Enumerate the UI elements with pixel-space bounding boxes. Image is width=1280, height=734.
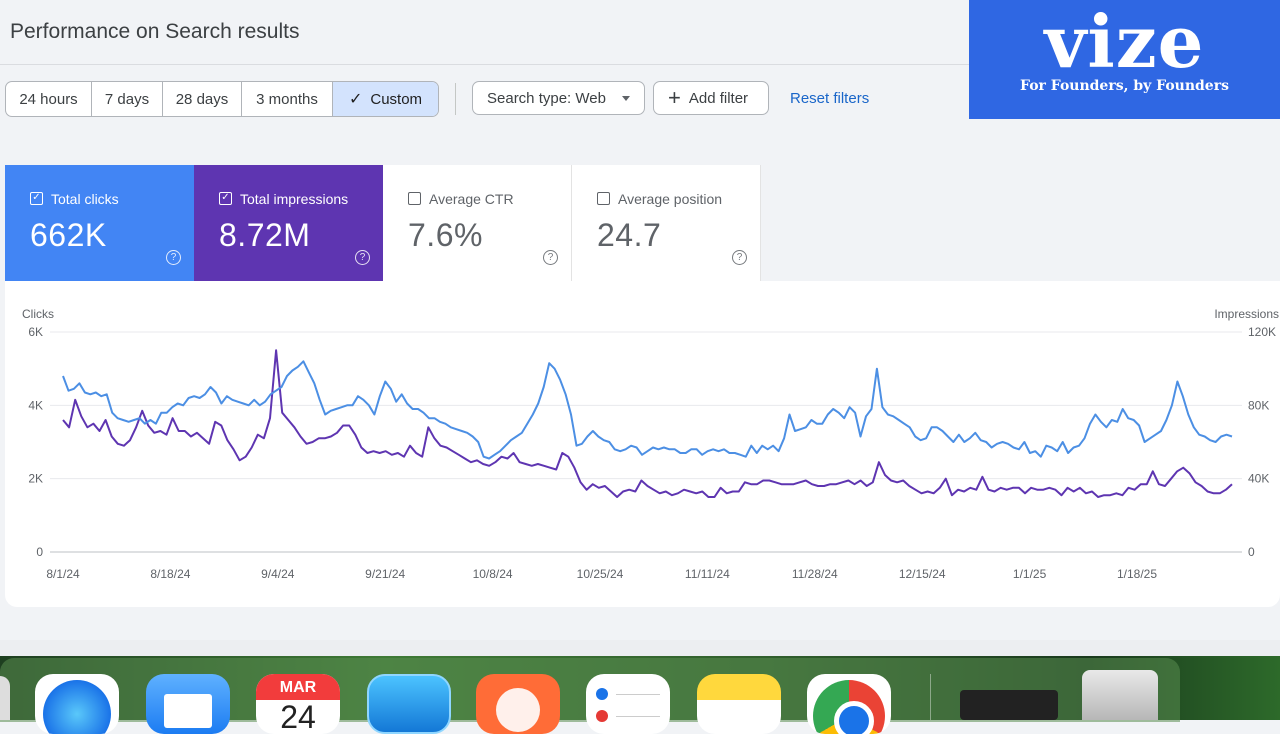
metric-total-clicks[interactable]: ✓ Total clicks 662K ?	[5, 165, 194, 281]
range-24-hours-button[interactable]: 24 hours	[6, 82, 92, 116]
xcode-icon[interactable]	[367, 674, 451, 734]
series-line-clicks	[62, 349, 1233, 498]
header-divider	[0, 64, 970, 65]
vize-logo: vize For Founders, by Founders	[969, 0, 1280, 119]
postman-icon[interactable]	[476, 674, 560, 734]
caret-down-icon	[621, 95, 630, 101]
envelope-icon	[164, 694, 212, 728]
mail-icon[interactable]	[146, 674, 230, 734]
metric-label: Average CTR	[429, 191, 514, 207]
checkbox-unchecked-icon	[408, 192, 421, 205]
search-type-dropdown[interactable]: Search type: Web	[472, 81, 645, 115]
dock-divider	[930, 674, 931, 720]
x-tick-label: 12/15/24	[899, 567, 946, 581]
reminder-dot-icon	[596, 710, 608, 722]
toolbar-divider	[455, 83, 456, 115]
range-3-months-button[interactable]: 3 months	[242, 82, 333, 116]
reminder-line	[616, 716, 660, 717]
add-filter-label: Add filter	[688, 89, 749, 107]
notes-icon[interactable]	[697, 674, 781, 734]
safari-compass-icon	[43, 680, 111, 734]
x-tick-label: 10/8/24	[473, 567, 513, 581]
y-right-tick-label: 80K	[1248, 398, 1269, 412]
range-label: 24 hours	[19, 90, 78, 108]
finder-icon[interactable]	[0, 676, 10, 720]
y-left-tick-label: 0	[36, 545, 43, 559]
range-28-days-button[interactable]: 28 days	[163, 82, 242, 116]
terminal-window-thumbnail[interactable]	[960, 690, 1058, 720]
series-lines	[62, 349, 1233, 498]
range-label: Custom	[370, 90, 423, 108]
y-right-tick-label: 120K	[1248, 325, 1276, 339]
y-right-tick-label: 40K	[1248, 472, 1269, 486]
reminder-dot-icon	[596, 688, 608, 700]
x-tick-label: 8/18/24	[150, 567, 190, 581]
page-title: Performance on Search results	[10, 20, 300, 43]
x-tick-label: 1/1/25	[1013, 567, 1047, 581]
x-tick-label: 8/1/24	[46, 567, 80, 581]
search-type-label: Search type: Web	[487, 89, 606, 107]
help-icon[interactable]: ?	[166, 250, 181, 265]
chrome-icon[interactable]	[807, 674, 891, 734]
metric-label: Total impressions	[240, 191, 349, 207]
chrome-center-icon	[834, 701, 874, 734]
trash-icon[interactable]	[1082, 670, 1158, 720]
performance-chart-card: Clicks Impressions 0 0 2K 40K 4K 80K 6K 120K 8/1…	[5, 281, 1280, 607]
help-icon[interactable]: ?	[732, 250, 747, 265]
metric-value: 8.72M	[219, 217, 311, 253]
range-custom-button[interactable]: ✓ Custom	[333, 82, 438, 116]
y-right-axis-title: Impressions	[1214, 307, 1279, 321]
metric-label: Average position	[618, 191, 723, 207]
logo-word: vize	[1044, 0, 1205, 84]
performance-line-chart: Clicks Impressions 0 0 2K 40K 4K 80K 6K 120K 8/1…	[22, 307, 1279, 581]
reset-filters-link[interactable]: Reset filters	[790, 90, 869, 107]
x-tick-label: 9/21/24	[365, 567, 405, 581]
range-label: 28 days	[175, 90, 229, 108]
metric-value: 662K	[30, 217, 107, 253]
checkbox-unchecked-icon	[597, 192, 610, 205]
x-tick-label: 10/25/24	[577, 567, 624, 581]
y-left-axis-title: Clicks	[22, 307, 54, 321]
x-tick-label: 11/11/24	[685, 567, 730, 581]
metric-total-impressions[interactable]: ✓ Total impressions 8.72M ?	[194, 165, 383, 281]
series-line-impressions	[62, 360, 1233, 460]
safari-icon[interactable]	[35, 674, 119, 734]
y-left-tick-label: 2K	[28, 472, 43, 486]
y-left-tick-label: 6K	[28, 325, 43, 339]
axis-ticks: 0 0 2K 40K 4K 80K 6K 120K 8/1/24 8/18/24 9/4/24 9/2…	[28, 325, 1276, 581]
x-tick-label: 1/18/25	[1117, 567, 1157, 581]
reminder-line	[616, 694, 660, 695]
checkbox-checked-icon: ✓	[219, 192, 232, 205]
postman-logo-icon	[496, 688, 540, 732]
y-left-tick-label: 4K	[28, 398, 43, 412]
reminders-icon[interactable]	[586, 674, 670, 734]
metric-average-position[interactable]: Average position 24.7 ?	[572, 165, 761, 281]
range-label: 3 months	[256, 90, 318, 108]
metric-average-ctr[interactable]: Average CTR 7.6% ?	[383, 165, 572, 281]
calendar-icon[interactable]: MAR 24	[256, 674, 340, 734]
plus-icon: +	[668, 85, 681, 110]
metric-value: 24.7	[597, 217, 662, 253]
metric-cards: ✓ Total clicks 662K ? ✓ Total impression…	[5, 165, 761, 281]
y-right-tick-label: 0	[1248, 545, 1255, 559]
help-icon[interactable]: ?	[543, 250, 558, 265]
range-label: 7 days	[104, 90, 150, 108]
check-icon: ✓	[348, 91, 363, 108]
checkbox-checked-icon: ✓	[30, 192, 43, 205]
range-7-days-button[interactable]: 7 days	[92, 82, 163, 116]
metric-value: 7.6%	[408, 217, 483, 253]
metric-label: Total clicks	[51, 191, 119, 207]
calendar-day: 24	[280, 699, 316, 734]
x-tick-label: 11/28/24	[792, 567, 838, 581]
date-range-selector: 24 hours 7 days 28 days 3 months ✓ Custo…	[5, 81, 439, 117]
x-tick-label: 9/4/24	[261, 567, 295, 581]
logo-tagline: For Founders, by Founders	[1020, 78, 1229, 94]
help-icon[interactable]: ?	[355, 250, 370, 265]
add-filter-button[interactable]: + Add filter	[653, 81, 769, 115]
calendar-month: MAR	[256, 674, 340, 700]
